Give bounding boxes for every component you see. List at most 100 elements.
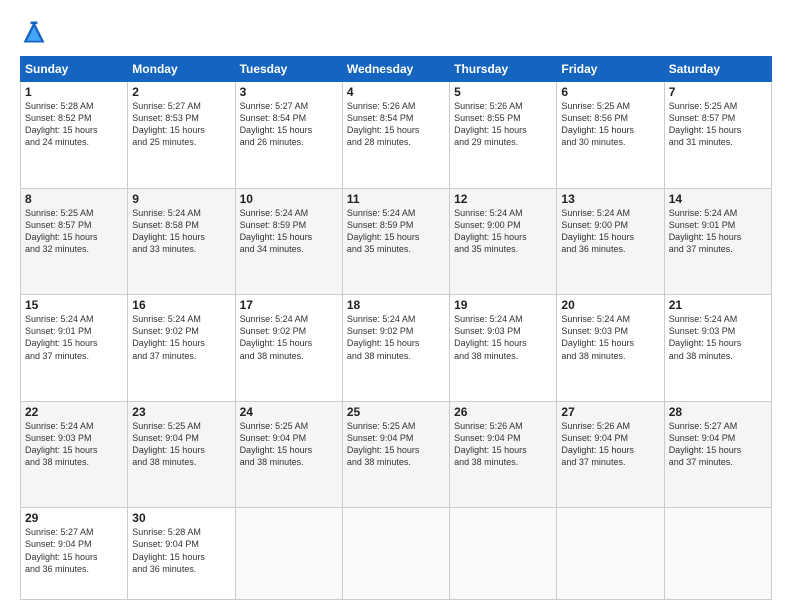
day-info: Sunrise: 5:25 AM Sunset: 8:57 PM Dayligh… [669, 100, 767, 149]
day-number: 25 [347, 405, 445, 419]
day-info: Sunrise: 5:24 AM Sunset: 8:59 PM Dayligh… [240, 207, 338, 256]
day-number: 26 [454, 405, 552, 419]
day-info: Sunrise: 5:25 AM Sunset: 9:04 PM Dayligh… [132, 420, 230, 469]
day-number: 27 [561, 405, 659, 419]
day-number: 9 [132, 192, 230, 206]
day-cell: 1Sunrise: 5:28 AM Sunset: 8:52 PM Daylig… [21, 82, 128, 189]
day-number: 10 [240, 192, 338, 206]
day-number: 3 [240, 85, 338, 99]
day-info: Sunrise: 5:27 AM Sunset: 9:04 PM Dayligh… [25, 526, 123, 575]
day-number: 12 [454, 192, 552, 206]
day-number: 16 [132, 298, 230, 312]
day-cell: 22Sunrise: 5:24 AM Sunset: 9:03 PM Dayli… [21, 401, 128, 508]
day-cell: 11Sunrise: 5:24 AM Sunset: 8:59 PM Dayli… [342, 188, 449, 295]
day-number: 30 [132, 511, 230, 525]
day-cell: 5Sunrise: 5:26 AM Sunset: 8:55 PM Daylig… [450, 82, 557, 189]
day-cell: 19Sunrise: 5:24 AM Sunset: 9:03 PM Dayli… [450, 295, 557, 402]
day-info: Sunrise: 5:28 AM Sunset: 8:52 PM Dayligh… [25, 100, 123, 149]
day-number: 29 [25, 511, 123, 525]
day-cell [557, 508, 664, 600]
day-cell: 24Sunrise: 5:25 AM Sunset: 9:04 PM Dayli… [235, 401, 342, 508]
week-row-4: 22Sunrise: 5:24 AM Sunset: 9:03 PM Dayli… [21, 401, 772, 508]
day-header-saturday: Saturday [664, 57, 771, 82]
day-cell: 3Sunrise: 5:27 AM Sunset: 8:54 PM Daylig… [235, 82, 342, 189]
day-info: Sunrise: 5:25 AM Sunset: 9:04 PM Dayligh… [347, 420, 445, 469]
header-row: SundayMondayTuesdayWednesdayThursdayFrid… [21, 57, 772, 82]
week-row-2: 8Sunrise: 5:25 AM Sunset: 8:57 PM Daylig… [21, 188, 772, 295]
day-info: Sunrise: 5:24 AM Sunset: 9:01 PM Dayligh… [25, 313, 123, 362]
day-info: Sunrise: 5:24 AM Sunset: 8:58 PM Dayligh… [132, 207, 230, 256]
day-cell: 10Sunrise: 5:24 AM Sunset: 8:59 PM Dayli… [235, 188, 342, 295]
day-number: 23 [132, 405, 230, 419]
day-header-thursday: Thursday [450, 57, 557, 82]
day-cell: 6Sunrise: 5:25 AM Sunset: 8:56 PM Daylig… [557, 82, 664, 189]
day-info: Sunrise: 5:24 AM Sunset: 9:03 PM Dayligh… [25, 420, 123, 469]
day-info: Sunrise: 5:26 AM Sunset: 8:54 PM Dayligh… [347, 100, 445, 149]
day-cell: 12Sunrise: 5:24 AM Sunset: 9:00 PM Dayli… [450, 188, 557, 295]
day-info: Sunrise: 5:25 AM Sunset: 8:56 PM Dayligh… [561, 100, 659, 149]
day-info: Sunrise: 5:25 AM Sunset: 8:57 PM Dayligh… [25, 207, 123, 256]
day-number: 15 [25, 298, 123, 312]
week-row-5: 29Sunrise: 5:27 AM Sunset: 9:04 PM Dayli… [21, 508, 772, 600]
day-cell: 4Sunrise: 5:26 AM Sunset: 8:54 PM Daylig… [342, 82, 449, 189]
day-info: Sunrise: 5:24 AM Sunset: 9:00 PM Dayligh… [454, 207, 552, 256]
day-cell: 13Sunrise: 5:24 AM Sunset: 9:00 PM Dayli… [557, 188, 664, 295]
day-header-friday: Friday [557, 57, 664, 82]
page: SundayMondayTuesdayWednesdayThursdayFrid… [0, 0, 792, 612]
day-info: Sunrise: 5:28 AM Sunset: 9:04 PM Dayligh… [132, 526, 230, 575]
day-info: Sunrise: 5:24 AM Sunset: 9:03 PM Dayligh… [669, 313, 767, 362]
day-cell: 7Sunrise: 5:25 AM Sunset: 8:57 PM Daylig… [664, 82, 771, 189]
day-info: Sunrise: 5:24 AM Sunset: 9:03 PM Dayligh… [561, 313, 659, 362]
day-cell: 9Sunrise: 5:24 AM Sunset: 8:58 PM Daylig… [128, 188, 235, 295]
day-number: 22 [25, 405, 123, 419]
day-number: 28 [669, 405, 767, 419]
day-info: Sunrise: 5:27 AM Sunset: 8:53 PM Dayligh… [132, 100, 230, 149]
week-row-3: 15Sunrise: 5:24 AM Sunset: 9:01 PM Dayli… [21, 295, 772, 402]
day-number: 21 [669, 298, 767, 312]
day-number: 17 [240, 298, 338, 312]
day-number: 20 [561, 298, 659, 312]
day-cell: 27Sunrise: 5:26 AM Sunset: 9:04 PM Dayli… [557, 401, 664, 508]
day-number: 6 [561, 85, 659, 99]
calendar: SundayMondayTuesdayWednesdayThursdayFrid… [20, 56, 772, 600]
day-cell: 14Sunrise: 5:24 AM Sunset: 9:01 PM Dayli… [664, 188, 771, 295]
day-header-wednesday: Wednesday [342, 57, 449, 82]
day-info: Sunrise: 5:24 AM Sunset: 9:01 PM Dayligh… [669, 207, 767, 256]
day-cell: 2Sunrise: 5:27 AM Sunset: 8:53 PM Daylig… [128, 82, 235, 189]
day-cell: 29Sunrise: 5:27 AM Sunset: 9:04 PM Dayli… [21, 508, 128, 600]
day-number: 13 [561, 192, 659, 206]
day-cell: 18Sunrise: 5:24 AM Sunset: 9:02 PM Dayli… [342, 295, 449, 402]
day-info: Sunrise: 5:24 AM Sunset: 9:02 PM Dayligh… [347, 313, 445, 362]
day-info: Sunrise: 5:24 AM Sunset: 9:02 PM Dayligh… [132, 313, 230, 362]
day-cell: 23Sunrise: 5:25 AM Sunset: 9:04 PM Dayli… [128, 401, 235, 508]
day-info: Sunrise: 5:27 AM Sunset: 8:54 PM Dayligh… [240, 100, 338, 149]
day-cell: 16Sunrise: 5:24 AM Sunset: 9:02 PM Dayli… [128, 295, 235, 402]
day-info: Sunrise: 5:24 AM Sunset: 9:03 PM Dayligh… [454, 313, 552, 362]
day-cell [450, 508, 557, 600]
day-number: 1 [25, 85, 123, 99]
day-cell: 21Sunrise: 5:24 AM Sunset: 9:03 PM Dayli… [664, 295, 771, 402]
day-cell [235, 508, 342, 600]
day-cell: 28Sunrise: 5:27 AM Sunset: 9:04 PM Dayli… [664, 401, 771, 508]
day-info: Sunrise: 5:24 AM Sunset: 9:02 PM Dayligh… [240, 313, 338, 362]
day-number: 14 [669, 192, 767, 206]
day-cell: 15Sunrise: 5:24 AM Sunset: 9:01 PM Dayli… [21, 295, 128, 402]
day-cell: 17Sunrise: 5:24 AM Sunset: 9:02 PM Dayli… [235, 295, 342, 402]
day-number: 7 [669, 85, 767, 99]
day-cell: 8Sunrise: 5:25 AM Sunset: 8:57 PM Daylig… [21, 188, 128, 295]
day-info: Sunrise: 5:27 AM Sunset: 9:04 PM Dayligh… [669, 420, 767, 469]
day-cell: 25Sunrise: 5:25 AM Sunset: 9:04 PM Dayli… [342, 401, 449, 508]
day-cell: 30Sunrise: 5:28 AM Sunset: 9:04 PM Dayli… [128, 508, 235, 600]
day-cell [342, 508, 449, 600]
day-info: Sunrise: 5:24 AM Sunset: 8:59 PM Dayligh… [347, 207, 445, 256]
logo-icon [20, 18, 48, 46]
week-row-1: 1Sunrise: 5:28 AM Sunset: 8:52 PM Daylig… [21, 82, 772, 189]
day-header-tuesday: Tuesday [235, 57, 342, 82]
logo [20, 18, 52, 46]
day-cell: 20Sunrise: 5:24 AM Sunset: 9:03 PM Dayli… [557, 295, 664, 402]
day-info: Sunrise: 5:26 AM Sunset: 9:04 PM Dayligh… [561, 420, 659, 469]
day-number: 19 [454, 298, 552, 312]
day-number: 11 [347, 192, 445, 206]
day-info: Sunrise: 5:25 AM Sunset: 9:04 PM Dayligh… [240, 420, 338, 469]
day-info: Sunrise: 5:26 AM Sunset: 9:04 PM Dayligh… [454, 420, 552, 469]
